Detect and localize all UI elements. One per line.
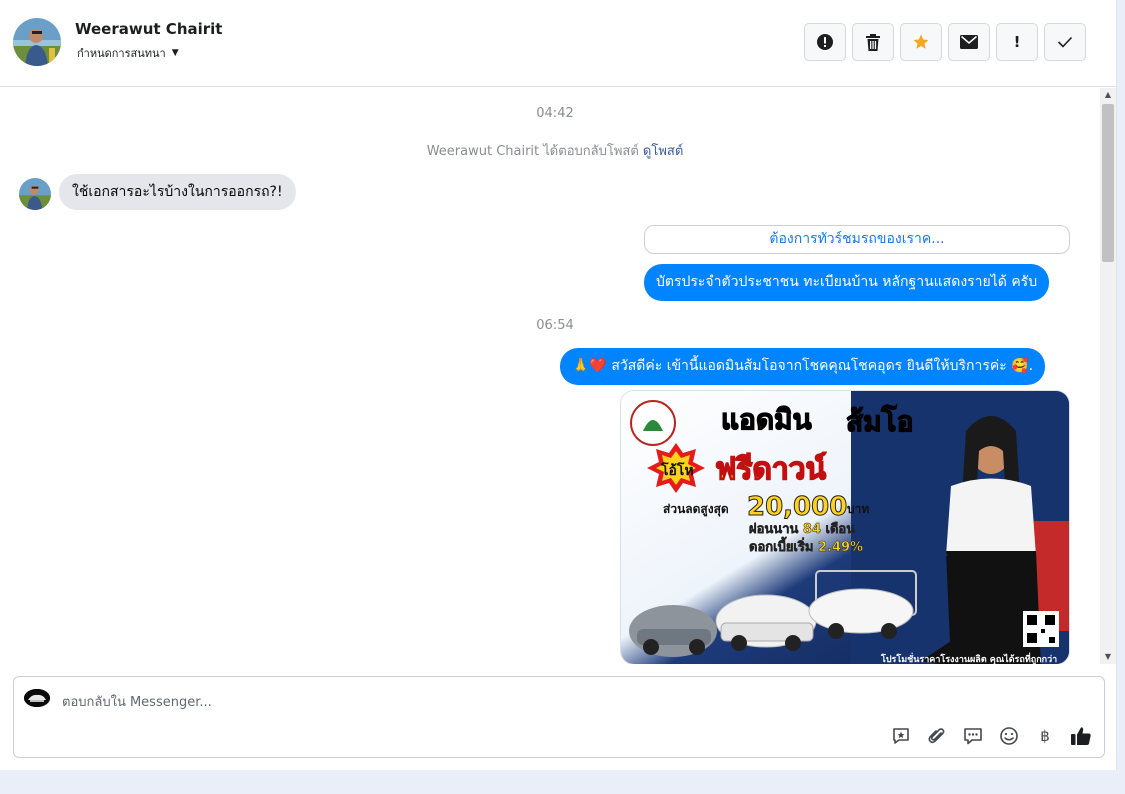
- alert-circle-icon: [817, 34, 833, 50]
- saved-reply-button[interactable]: [890, 725, 912, 747]
- timestamp: 06:54: [536, 318, 574, 333]
- thread-scrollbar[interactable]: ▲ ▼: [1100, 88, 1116, 664]
- promo-image: แอดมิน ส้มโอ โอ้โห ฟรีดาวน์ ส่วนลดสูงสุด…: [621, 391, 1069, 664]
- page-avatar: [24, 689, 50, 707]
- view-post-link[interactable]: ดูโพสต์: [643, 144, 683, 159]
- paperclip-icon: [928, 728, 945, 744]
- promo-discount-label: ส่วนลดสูงสุด: [663, 502, 729, 517]
- promo-free-down: ฟรีดาวน์: [715, 452, 827, 487]
- delete-button[interactable]: [852, 23, 894, 61]
- promo-installment: ผ่อนนาน 84 เดือน: [749, 521, 855, 537]
- envelope-icon: [960, 35, 978, 49]
- assign-label: กำหนดการสนทนา: [77, 47, 166, 60]
- sender-avatar[interactable]: [19, 178, 51, 210]
- header-actions: !: [804, 23, 1086, 61]
- like-button[interactable]: [1070, 725, 1092, 747]
- quick-reply-button[interactable]: ต้องการทัวร์ชมรถของเราค...: [644, 225, 1070, 254]
- attach-file-button[interactable]: [926, 725, 948, 747]
- timestamp: 04:42: [536, 106, 574, 121]
- system-text: Weerawut Chairit ได้ตอบกลับโพสต์: [426, 144, 639, 159]
- scrollbar-thumb[interactable]: [1102, 104, 1114, 262]
- mark-unread-button[interactable]: [948, 23, 990, 61]
- assign-conversation-dropdown[interactable]: กำหนดการสนทนา ▼: [77, 44, 179, 62]
- promo-discount-unit: บาท: [847, 502, 869, 516]
- check-icon: [1057, 36, 1073, 48]
- outgoing-message[interactable]: บัตรประจำตัวประชาชน ทะเบียนบ้าน หลักฐานแ…: [644, 264, 1050, 301]
- promo-headline-1: แอดมิน: [721, 403, 812, 436]
- scroll-up-icon[interactable]: ▲: [1100, 88, 1116, 102]
- promo-discount-amount: 20,000: [747, 492, 847, 522]
- baht-icon: ฿: [1040, 727, 1050, 745]
- promo-headline-2: ส้มโอ: [846, 404, 913, 438]
- contact-name[interactable]: Weerawut Chairit: [75, 20, 222, 38]
- exclamation-icon: !: [1013, 33, 1021, 51]
- follow-up-button[interactable]: !: [996, 23, 1038, 61]
- chat-templates-button[interactable]: [962, 725, 984, 747]
- star-button[interactable]: [900, 23, 942, 61]
- caret-down-icon: ▼: [171, 48, 179, 58]
- message-composer: ตอบกลับใน Messenger... ฿: [13, 676, 1105, 758]
- conversation-header: Weerawut Chairit กำหนดการสนทนา ▼ !: [0, 0, 1117, 87]
- system-message: Weerawut Chairit ได้ตอบกลับโพสต์ ดูโพสต์: [0, 140, 1100, 161]
- scroll-down-icon[interactable]: ▼: [1100, 650, 1116, 664]
- reply-input[interactable]: ตอบกลับใน Messenger...: [62, 691, 662, 712]
- star-icon: [913, 34, 929, 49]
- incoming-message[interactable]: ใช้เอกสารอะไรบ้างในการออกรถ?!: [59, 174, 296, 210]
- composer-toolbar: ฿: [890, 725, 1092, 747]
- contact-avatar[interactable]: [13, 18, 61, 66]
- mark-spam-button[interactable]: [804, 23, 846, 61]
- promo-badge: โอ้โห: [660, 461, 694, 479]
- message-thread[interactable]: 04:42 Weerawut Chairit ได้ตอบกลับโพสต์ ด…: [0, 88, 1100, 664]
- smiley-icon: [1000, 727, 1018, 745]
- outgoing-message[interactable]: 🙏❤️ สวัสดีค่ะ เข้านี้แอดมินส้มโอจากโชคคุ…: [560, 348, 1046, 385]
- emoji-button[interactable]: [998, 725, 1020, 747]
- promo-image-attachment[interactable]: แอดมิน ส้มโอ โอ้โห ฟรีดาวน์ ส่วนลดสูงสุด…: [620, 390, 1070, 664]
- payment-button[interactable]: ฿: [1034, 725, 1056, 747]
- chat-bubbles-icon: [964, 728, 982, 745]
- thumbs-up-icon: [1071, 727, 1091, 745]
- conversation-panel: Weerawut Chairit กำหนดการสนทนา ▼ ! 04:42…: [0, 0, 1117, 770]
- saved-reply-icon: [893, 728, 909, 744]
- trash-icon: [866, 33, 880, 51]
- mark-done-button[interactable]: [1044, 23, 1086, 61]
